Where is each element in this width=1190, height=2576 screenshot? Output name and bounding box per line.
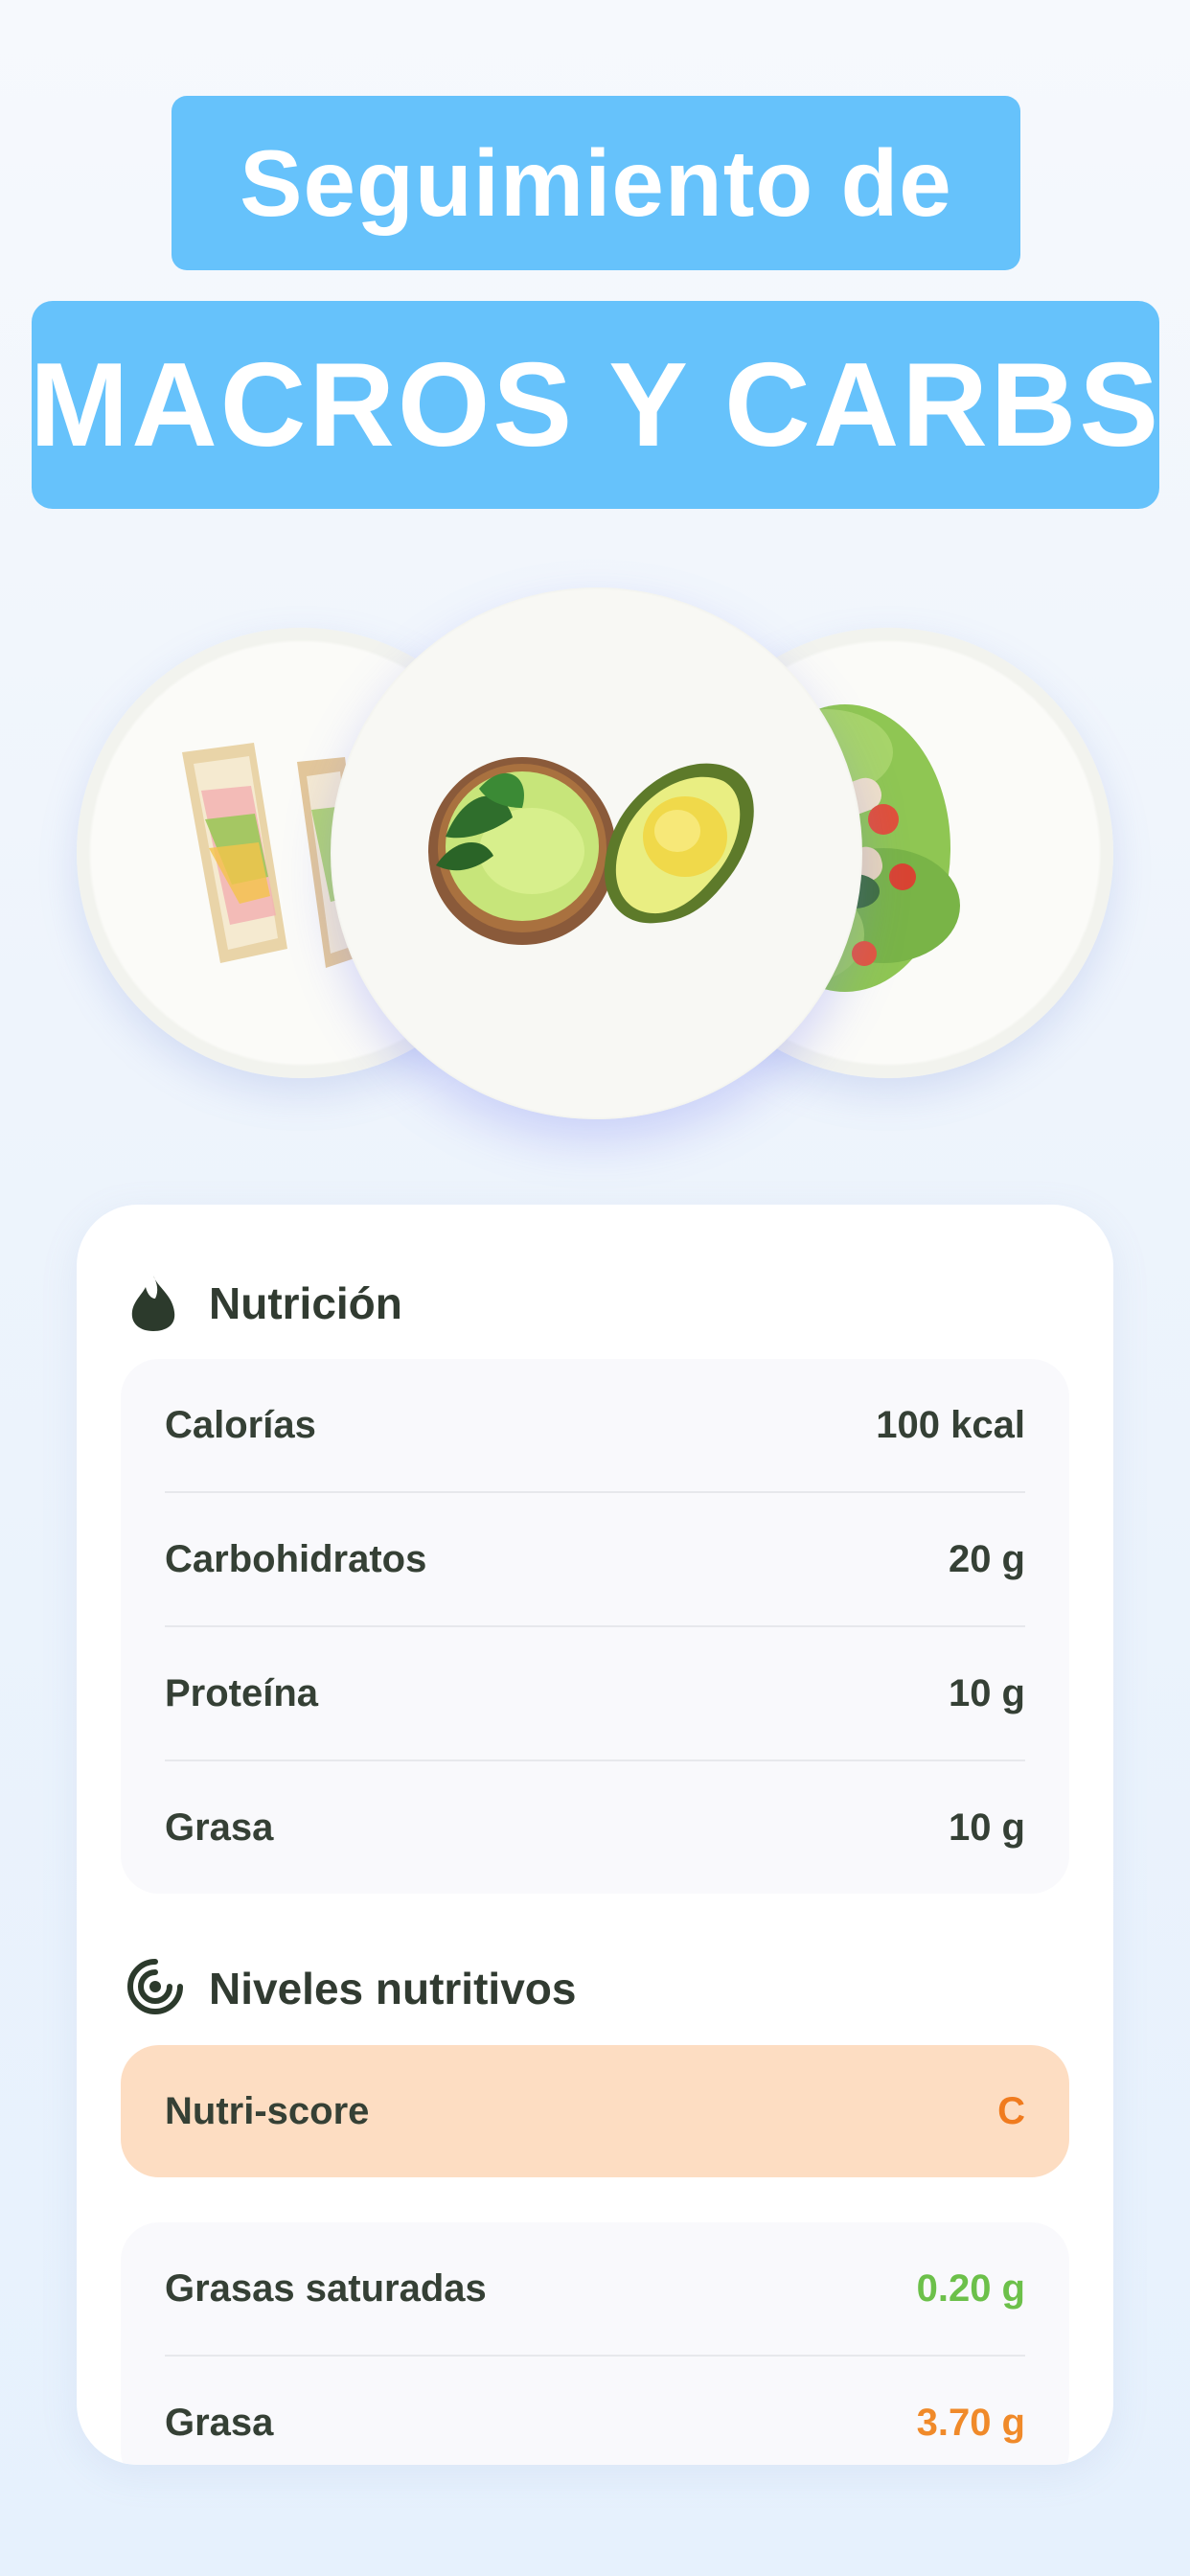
nutrition-section-title: Nutrición [209,1278,402,1328]
row-label: Grasa [165,1806,274,1849]
row-value: 20 g [948,1537,1025,1580]
table-row-calories: Calorías 100 kcal [165,1359,1025,1491]
nutrition-table: Calorías 100 kcal Carbohidratos 20 g Pro… [121,1359,1069,1894]
row-value: 0.20 g [916,2266,1025,2310]
table-row-saturated-fat: Grasas saturadas 0.20 g [165,2222,1025,2355]
headline-line-2: MACROS Y CARBS [29,338,1162,472]
row-label: Calorías [165,1403,316,1446]
row-label: Proteína [165,1671,319,1714]
levels-table: Grasas saturadas 0.20 g Grasa 3.70 g [121,2222,1069,2465]
row-value: 10 g [948,1806,1025,1849]
row-label: Grasa [165,2401,274,2444]
nutri-score-label: Nutri-score [165,2089,370,2132]
row-label: Grasas saturadas [165,2266,487,2310]
guacamole-avocado-illustration [428,757,754,945]
nutrition-info-card: Nutrición Calorías 100 kcal Carbohidrato… [77,1205,1113,2465]
row-value: 3.70 g [916,2401,1025,2444]
nutri-score-row: Nutri-score C [121,2045,1069,2177]
row-value: 10 g [948,1671,1025,1714]
guacamole-plate-image [331,587,862,1119]
levels-section-title: Niveles nutritivos [209,1964,577,2013]
row-value: 100 kcal [876,1403,1025,1446]
table-row-fat: Grasa 10 g [165,1760,1025,1894]
table-row-protein: Proteína 10 g [165,1625,1025,1760]
table-row-fat: Grasa 3.70 g [165,2355,1025,2465]
nutri-score-value: C [997,2089,1025,2132]
row-label: Carbohidratos [165,1537,427,1580]
table-row-carbs: Carbohidratos 20 g [165,1491,1025,1625]
headline-line-1: Seguimiento de [240,129,952,236]
headline-banner-top: Seguimiento de [172,96,1020,270]
flame-icon [131,1276,175,1331]
headline-banner-main: MACROS Y CARBS [29,301,1162,509]
target-icon [127,1959,183,2014]
